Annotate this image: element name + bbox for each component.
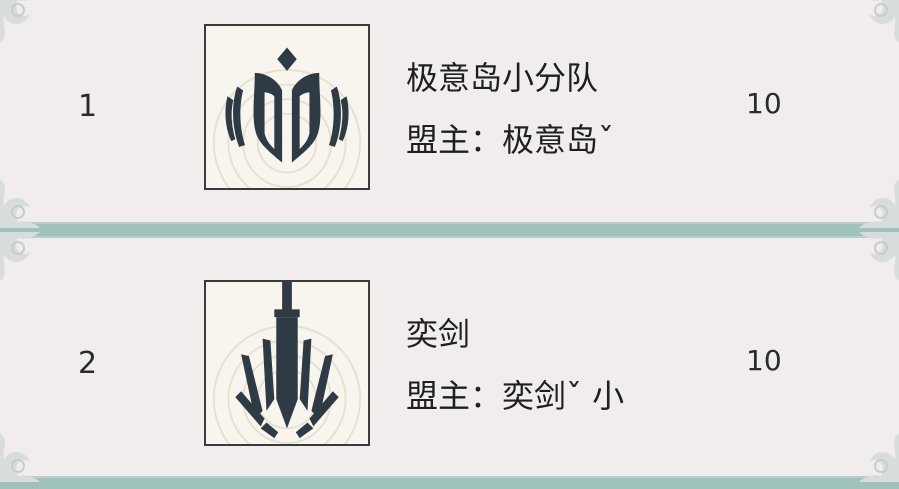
cloud-ornament-icon: [859, 0, 899, 44]
alliance-name: 奕剑: [406, 315, 471, 353]
rank-number: 1: [78, 89, 98, 124]
cloud-ornament-icon: [0, 232, 40, 281]
alliance-info: 极意岛小分队 盟主：极意岛ˇ: [406, 47, 614, 171]
cloud-ornament-icon: [0, 432, 40, 482]
alliance-ranking-list: 1 极意岛小分队 盟主：极意岛ˇ 10 2 奕剑 盟主：奕剑ˇ 小 10: [0, 0, 899, 489]
sword-emblem-icon: [204, 280, 370, 446]
alliance-leader: 盟主：极意岛ˇ: [406, 121, 615, 159]
crown-shield-emblem-icon: [204, 24, 370, 190]
alliance-score: 10: [746, 87, 782, 120]
cloud-ornament-icon: [859, 232, 899, 282]
cloud-ornament-icon: [0, 178, 40, 228]
alliance-name: 极意岛小分队: [406, 59, 599, 97]
alliance-row[interactable]: 1 极意岛小分队 盟主：极意岛ˇ 10: [0, 0, 899, 228]
alliance-score: 10: [746, 344, 782, 377]
rank-number: 2: [78, 346, 98, 381]
alliance-row[interactable]: 2 奕剑 盟主：奕剑ˇ 小 10: [0, 232, 899, 482]
cloud-ornament-icon: [859, 178, 899, 228]
cloud-ornament-icon: [859, 432, 899, 482]
alliance-info: 奕剑 盟主：奕剑ˇ 小: [406, 303, 624, 427]
alliance-leader: 盟主：奕剑ˇ 小: [406, 377, 625, 415]
cloud-ornament-icon: [0, 0, 30, 43]
